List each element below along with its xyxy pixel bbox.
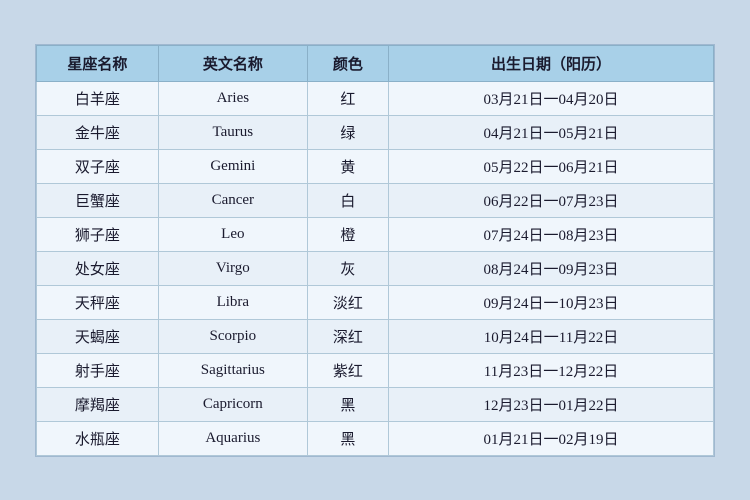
cell-en-name: Virgo <box>158 251 307 285</box>
cell-dates: 12月23日一01月22日 <box>389 387 714 421</box>
table-row: 水瓶座Aquarius黑01月21日一02月19日 <box>37 421 714 455</box>
cell-zh-name: 巨蟹座 <box>37 183 159 217</box>
cell-dates: 09月24日一10月23日 <box>389 285 714 319</box>
cell-dates: 11月23日一12月22日 <box>389 353 714 387</box>
cell-color: 淡红 <box>307 285 388 319</box>
table-row: 狮子座Leo橙07月24日一08月23日 <box>37 217 714 251</box>
cell-color: 紫红 <box>307 353 388 387</box>
table-row: 处女座Virgo灰08月24日一09月23日 <box>37 251 714 285</box>
cell-color: 深红 <box>307 319 388 353</box>
cell-color: 白 <box>307 183 388 217</box>
cell-en-name: Capricorn <box>158 387 307 421</box>
cell-color: 灰 <box>307 251 388 285</box>
table-row: 天秤座Libra淡红09月24日一10月23日 <box>37 285 714 319</box>
table-row: 摩羯座Capricorn黑12月23日一01月22日 <box>37 387 714 421</box>
cell-dates: 10月24日一11月22日 <box>389 319 714 353</box>
cell-color: 黄 <box>307 149 388 183</box>
cell-color: 红 <box>307 81 388 115</box>
zodiac-table-container: 星座名称 英文名称 颜色 出生日期（阳历） 白羊座Aries红03月21日一04… <box>35 44 715 457</box>
cell-dates: 01月21日一02月19日 <box>389 421 714 455</box>
table-row: 双子座Gemini黄05月22日一06月21日 <box>37 149 714 183</box>
cell-zh-name: 金牛座 <box>37 115 159 149</box>
cell-color: 橙 <box>307 217 388 251</box>
table-header-row: 星座名称 英文名称 颜色 出生日期（阳历） <box>37 45 714 81</box>
cell-color: 绿 <box>307 115 388 149</box>
cell-en-name: Gemini <box>158 149 307 183</box>
cell-en-name: Scorpio <box>158 319 307 353</box>
cell-zh-name: 射手座 <box>37 353 159 387</box>
table-row: 天蝎座Scorpio深红10月24日一11月22日 <box>37 319 714 353</box>
cell-en-name: Taurus <box>158 115 307 149</box>
cell-zh-name: 摩羯座 <box>37 387 159 421</box>
cell-dates: 07月24日一08月23日 <box>389 217 714 251</box>
cell-zh-name: 处女座 <box>37 251 159 285</box>
table-row: 金牛座Taurus绿04月21日一05月21日 <box>37 115 714 149</box>
cell-zh-name: 水瓶座 <box>37 421 159 455</box>
cell-en-name: Sagittarius <box>158 353 307 387</box>
cell-zh-name: 狮子座 <box>37 217 159 251</box>
cell-dates: 05月22日一06月21日 <box>389 149 714 183</box>
cell-en-name: Aries <box>158 81 307 115</box>
cell-en-name: Aquarius <box>158 421 307 455</box>
zodiac-table: 星座名称 英文名称 颜色 出生日期（阳历） 白羊座Aries红03月21日一04… <box>36 45 714 456</box>
cell-zh-name: 双子座 <box>37 149 159 183</box>
table-row: 射手座Sagittarius紫红11月23日一12月22日 <box>37 353 714 387</box>
cell-color: 黑 <box>307 387 388 421</box>
cell-dates: 03月21日一04月20日 <box>389 81 714 115</box>
cell-dates: 04月21日一05月21日 <box>389 115 714 149</box>
cell-en-name: Libra <box>158 285 307 319</box>
cell-color: 黑 <box>307 421 388 455</box>
cell-zh-name: 天秤座 <box>37 285 159 319</box>
header-en-name: 英文名称 <box>158 45 307 81</box>
cell-en-name: Leo <box>158 217 307 251</box>
cell-zh-name: 天蝎座 <box>37 319 159 353</box>
header-color: 颜色 <box>307 45 388 81</box>
cell-en-name: Cancer <box>158 183 307 217</box>
cell-dates: 06月22日一07月23日 <box>389 183 714 217</box>
header-zh-name: 星座名称 <box>37 45 159 81</box>
table-body: 白羊座Aries红03月21日一04月20日金牛座Taurus绿04月21日一0… <box>37 81 714 455</box>
cell-zh-name: 白羊座 <box>37 81 159 115</box>
header-date-range: 出生日期（阳历） <box>389 45 714 81</box>
table-row: 巨蟹座Cancer白06月22日一07月23日 <box>37 183 714 217</box>
table-row: 白羊座Aries红03月21日一04月20日 <box>37 81 714 115</box>
cell-dates: 08月24日一09月23日 <box>389 251 714 285</box>
